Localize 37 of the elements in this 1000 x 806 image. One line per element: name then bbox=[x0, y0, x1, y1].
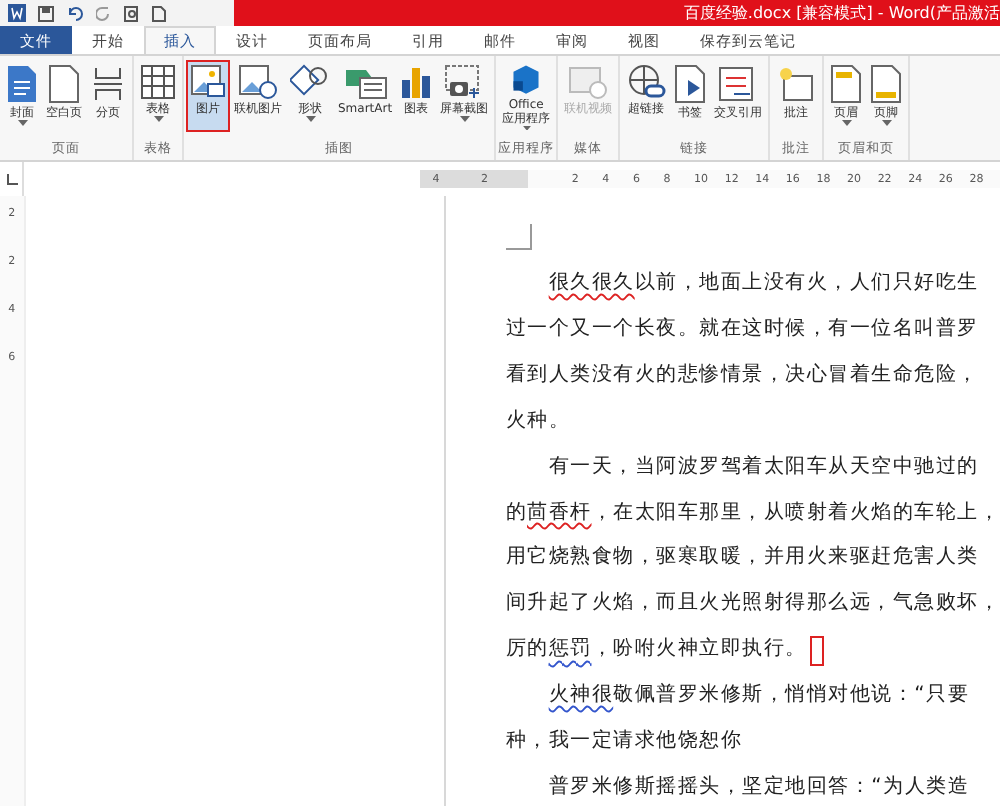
save-icon[interactable] bbox=[38, 5, 54, 21]
screenshot-icon bbox=[444, 64, 485, 100]
window-title: 百度经验.docx [兼容模式] - Word(产品激活 bbox=[683, 2, 1000, 24]
online-picture-icon bbox=[238, 64, 278, 100]
document-text-line: 厉的惩罚，吩咐火神立即执行。 bbox=[505, 635, 807, 665]
shapes-icon bbox=[290, 64, 330, 100]
document-text-line: 火神很敬佩普罗米修斯，悄悄对他说：“只要 bbox=[548, 681, 970, 711]
document-text-line: 间升起了火焰，而且火光照射得那么远，气急败坏， bbox=[505, 589, 1000, 619]
document-text-line: 普罗米修斯摇摇头，坚定地回答：“为人类造 bbox=[548, 773, 970, 802]
comment-icon bbox=[776, 64, 817, 104]
undo-icon[interactable] bbox=[66, 5, 84, 21]
document-text-line: 用它烧熟食物，驱寒取暖，并用火来驱赶危害人类 bbox=[505, 543, 979, 573]
margin-corner-mark bbox=[505, 224, 532, 250]
cross-reference-icon bbox=[718, 64, 759, 104]
document-text-line: 火种。 bbox=[505, 407, 570, 436]
globe-link-icon bbox=[626, 64, 667, 100]
page-break-icon bbox=[93, 67, 123, 101]
footer-icon bbox=[870, 64, 903, 104]
document-text-line: 看到人类没有火的悲惨情景，决心冒着生命危险， bbox=[505, 361, 979, 390]
redo-icon[interactable] bbox=[96, 5, 112, 21]
print-preview-icon[interactable] bbox=[124, 5, 140, 21]
new-document-icon[interactable] bbox=[152, 5, 166, 21]
online-video-icon bbox=[568, 64, 609, 100]
picture-icon bbox=[190, 64, 226, 100]
tab-stop-icon[interactable] bbox=[5, 173, 18, 185]
bookmark-icon bbox=[674, 64, 707, 104]
document-text-line: 很久很久以前，地面上没有火，人们只好吃生 bbox=[548, 269, 979, 298]
document-text-line: 过一个又一个长夜。就在这时候，有一位名叫普罗 bbox=[505, 315, 979, 344]
cover-page-icon bbox=[6, 64, 38, 104]
table-icon bbox=[140, 64, 176, 100]
document-text-line: 种，我一定请求他饶恕你 bbox=[505, 727, 742, 757]
header-icon bbox=[830, 64, 863, 104]
smartart-icon bbox=[343, 64, 388, 100]
blank-page-icon bbox=[48, 64, 80, 104]
document-text-line: 有一天，当阿波罗驾着太阳车从天空中驰过的 bbox=[548, 453, 979, 482]
chart-icon bbox=[400, 64, 433, 100]
document-text-line: 的茴香杆，在太阳车那里，从喷射着火焰的车轮上， bbox=[505, 499, 1000, 528]
